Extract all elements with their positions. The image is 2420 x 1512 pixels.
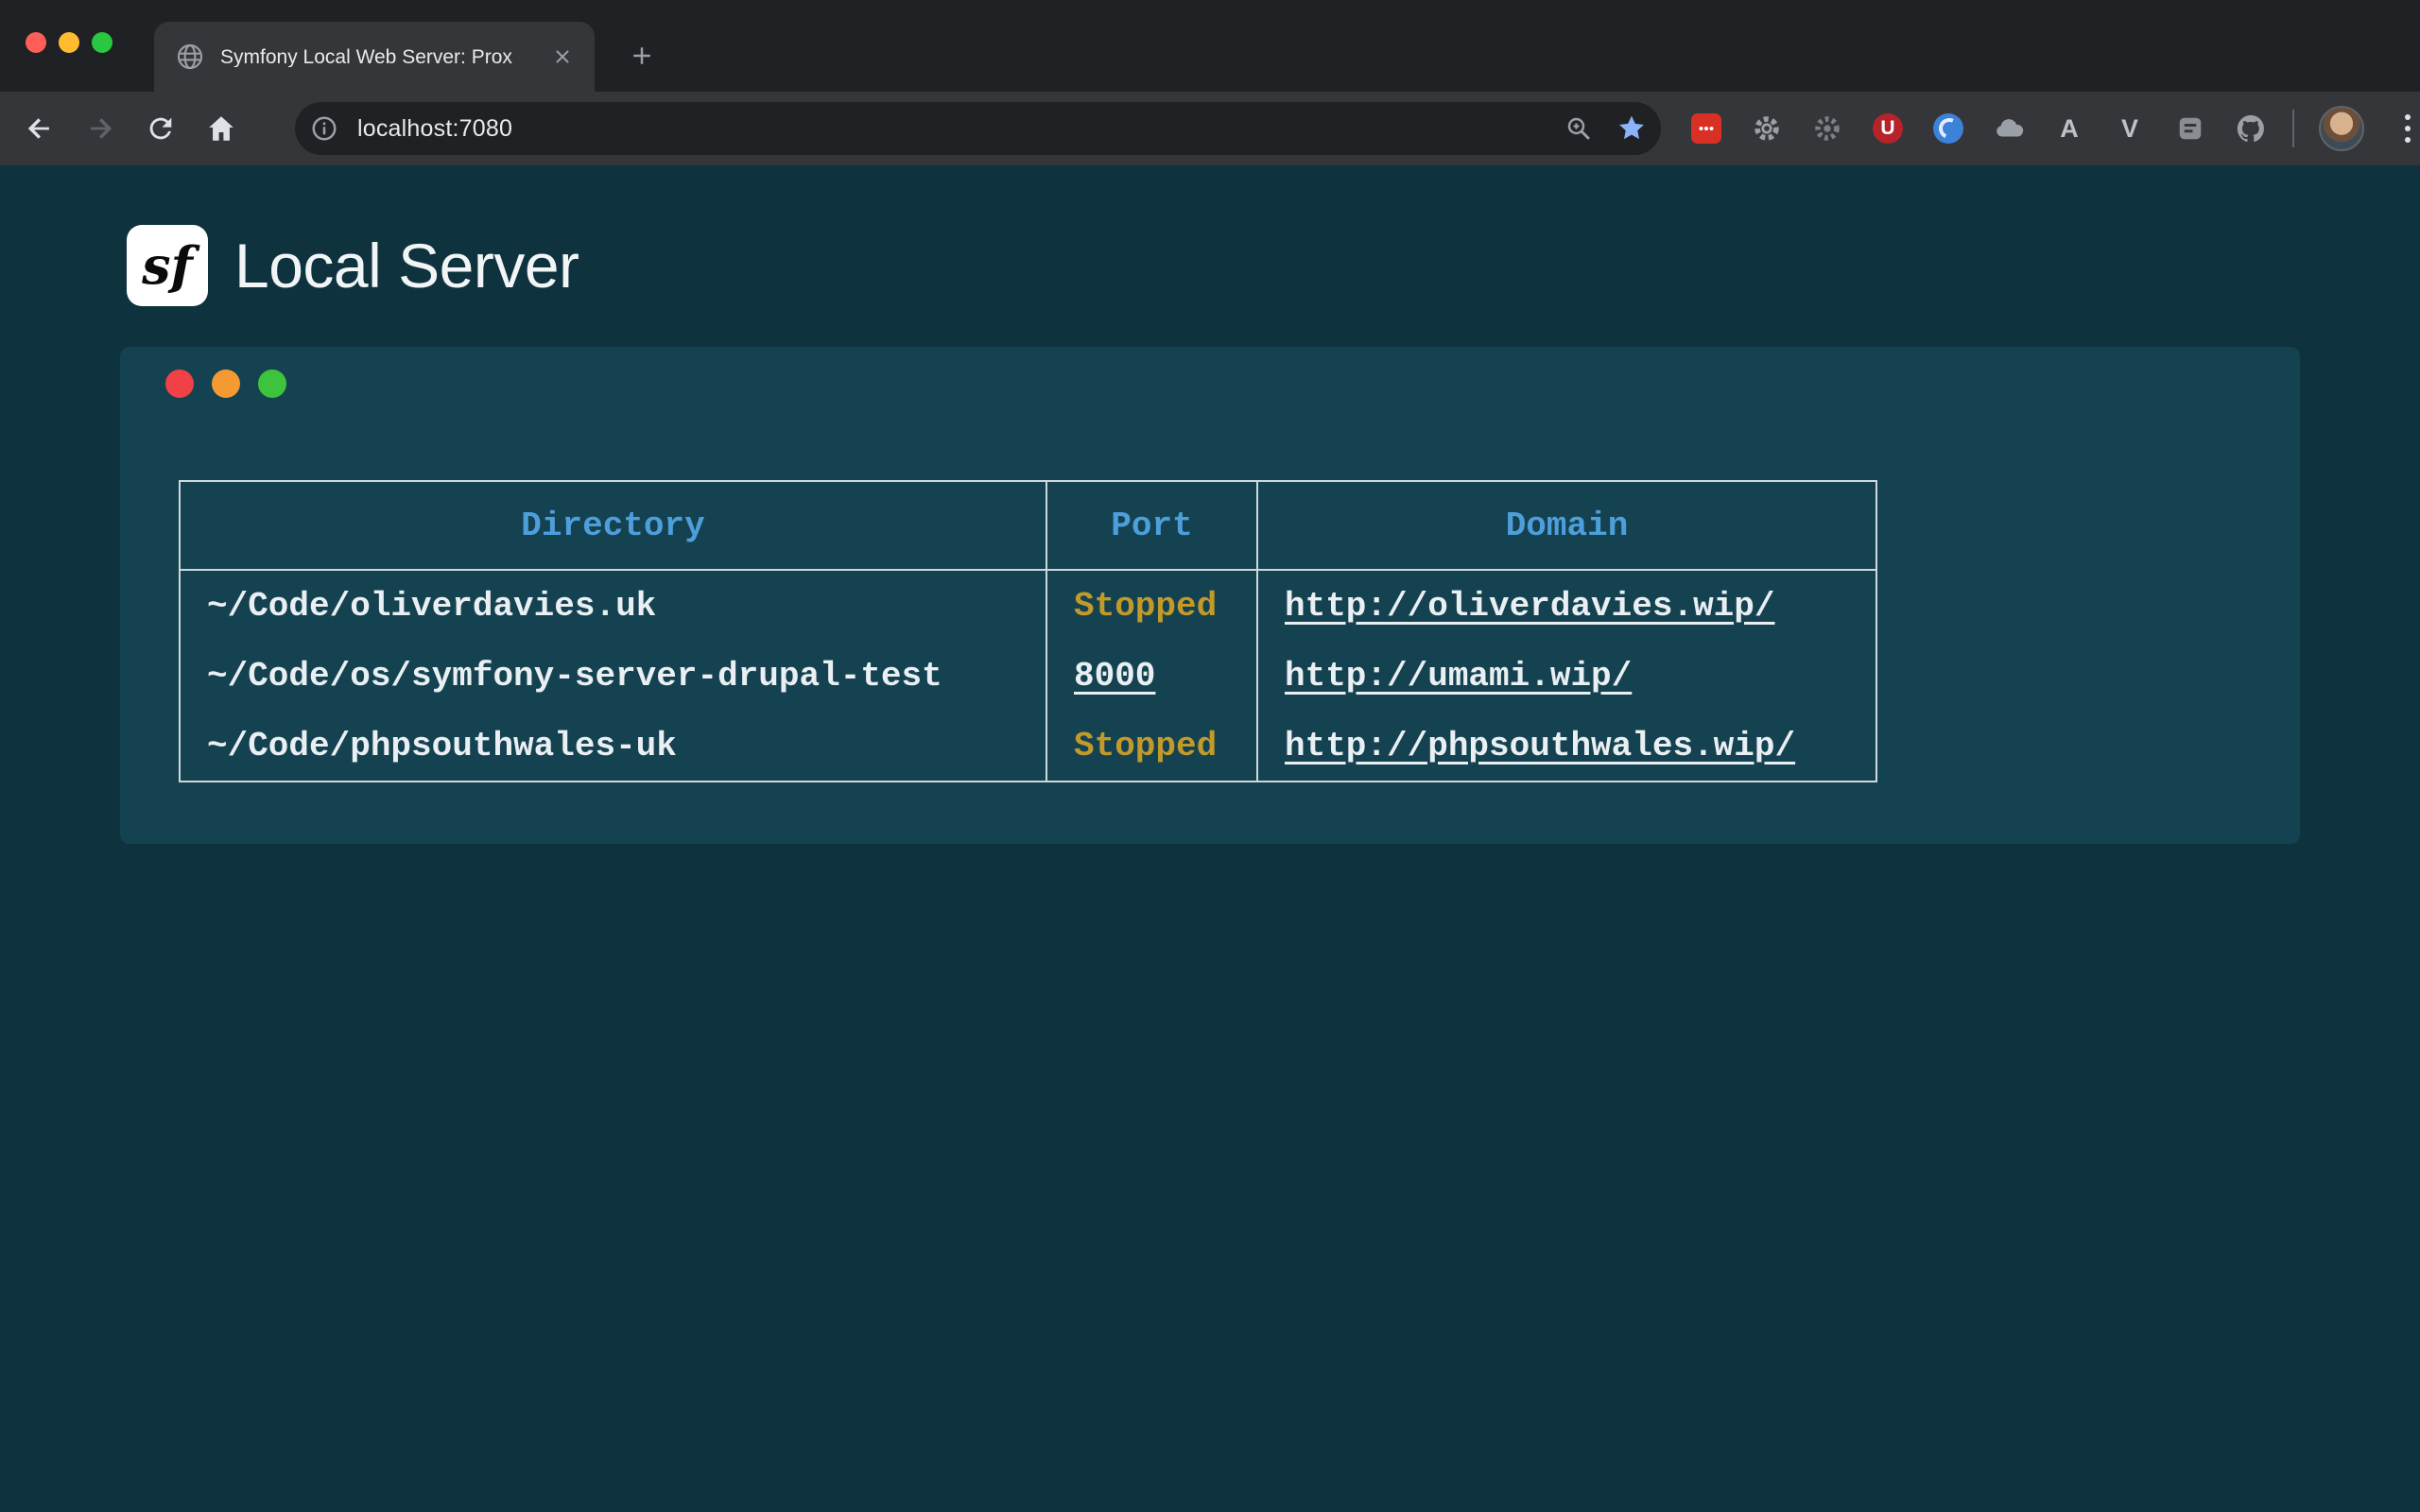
extension-ublock-icon[interactable]: U bbox=[1871, 112, 1905, 146]
browser-menu-icon[interactable] bbox=[2389, 110, 2420, 147]
servers-table: Directory Port Domain ~/Code/oliverdavie… bbox=[179, 480, 1877, 782]
window-close-button[interactable] bbox=[26, 32, 46, 53]
site-info-icon[interactable] bbox=[308, 112, 340, 145]
table-row: ~/Code/oliverdavies.uk Stopped http://ol… bbox=[180, 570, 1876, 641]
page-brand: sf Local Server bbox=[127, 225, 579, 306]
extension-tile-icon[interactable] bbox=[2173, 112, 2207, 146]
port-link[interactable]: 8000 bbox=[1074, 657, 1155, 696]
port-status: Stopped bbox=[1074, 587, 1217, 626]
globe-favicon-icon bbox=[175, 42, 205, 72]
extension-github-octocat-icon[interactable] bbox=[2234, 112, 2268, 146]
page-content: sf Local Server Directory Port Domain bbox=[0, 165, 2420, 1512]
back-button[interactable] bbox=[21, 110, 59, 147]
server-panel: Directory Port Domain ~/Code/oliverdavie… bbox=[120, 347, 2300, 844]
zoom-icon[interactable] bbox=[1563, 112, 1595, 145]
header-port: Port bbox=[1046, 481, 1257, 570]
reload-button[interactable] bbox=[142, 110, 180, 147]
extension-blue-circle-icon[interactable] bbox=[1931, 112, 1965, 146]
window-minimize-button[interactable] bbox=[59, 32, 79, 53]
directory-cell: ~/Code/os/symfony-server-drupal-test bbox=[180, 641, 1046, 711]
panel-traffic-dots bbox=[165, 369, 286, 398]
port-status: Stopped bbox=[1074, 727, 1217, 765]
domain-link[interactable]: http://umami.wip/ bbox=[1285, 657, 1632, 696]
tab-strip: Symfony Local Web Server: Prox bbox=[0, 0, 2420, 92]
page-title: Local Server bbox=[234, 230, 579, 301]
url-port: :7080 bbox=[452, 115, 512, 142]
symfony-logo: sf bbox=[127, 225, 208, 306]
url-text: localhost:7080 bbox=[357, 115, 512, 143]
toolbar-separator bbox=[2292, 110, 2294, 147]
directory-cell: ~/Code/phpsouthwales-uk bbox=[180, 711, 1046, 782]
tab-title: Symfony Local Web Server: Prox bbox=[220, 47, 540, 67]
home-button[interactable] bbox=[202, 110, 240, 147]
extension-letter-v-icon[interactable]: V bbox=[2113, 112, 2147, 146]
directory-cell: ~/Code/oliverdavies.uk bbox=[180, 570, 1046, 641]
panel-dot-green bbox=[258, 369, 286, 398]
panel-dot-orange bbox=[212, 369, 240, 398]
browser-window: Symfony Local Web Server: Prox bbox=[0, 0, 2420, 1512]
extension-gear-icon[interactable] bbox=[1750, 112, 1784, 146]
header-directory: Directory bbox=[180, 481, 1046, 570]
extension-cloud-icon[interactable] bbox=[1992, 112, 2026, 146]
panel-dot-red bbox=[165, 369, 194, 398]
window-zoom-button[interactable] bbox=[92, 32, 112, 53]
domain-link[interactable]: http://phpsouthwales.wip/ bbox=[1285, 727, 1795, 765]
extensions-bar: U A V bbox=[1689, 112, 2268, 146]
forward-button[interactable] bbox=[81, 110, 119, 147]
browser-tab[interactable]: Symfony Local Web Server: Prox bbox=[154, 22, 595, 92]
header-domain: Domain bbox=[1257, 481, 1876, 570]
profile-avatar[interactable] bbox=[2319, 106, 2364, 151]
extension-red-dots-icon[interactable] bbox=[1689, 112, 1723, 146]
table-row: ~/Code/phpsouthwales-uk Stopped http://p… bbox=[180, 711, 1876, 782]
domain-link[interactable]: http://oliverdavies.wip/ bbox=[1285, 587, 1774, 626]
url-host: localhost bbox=[357, 115, 452, 142]
browser-toolbar: localhost:7080 bbox=[0, 92, 2420, 165]
table-row: ~/Code/os/symfony-server-drupal-test 800… bbox=[180, 641, 1876, 711]
extension-letter-a-icon[interactable]: A bbox=[2052, 112, 2086, 146]
bookmark-star-icon[interactable] bbox=[1616, 112, 1648, 145]
table-header-row: Directory Port Domain bbox=[180, 481, 1876, 570]
new-tab-button[interactable] bbox=[619, 33, 665, 78]
tab-close-icon[interactable] bbox=[547, 42, 578, 72]
extension-cog-icon[interactable] bbox=[1810, 112, 1844, 146]
window-controls bbox=[26, 32, 112, 53]
url-bar[interactable]: localhost:7080 bbox=[295, 102, 1661, 155]
